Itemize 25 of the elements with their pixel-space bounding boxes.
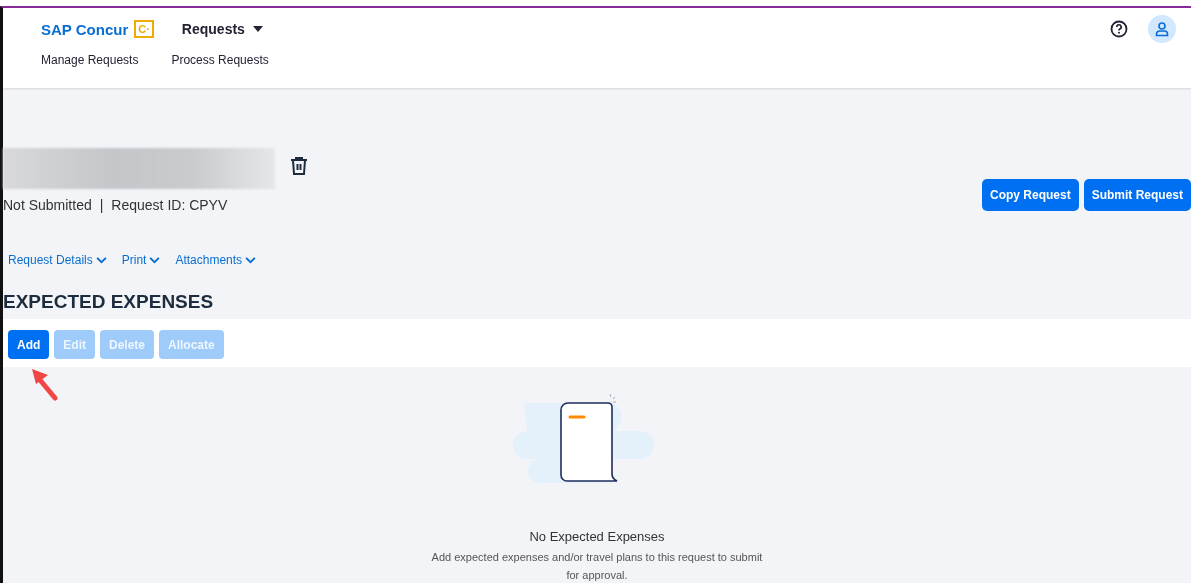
- caret-icon: [252, 26, 263, 32]
- chevron-down-icon: [95, 256, 107, 264]
- dropdown-menu[interactable]: Print: [121, 253, 161, 267]
- dropdown-menu[interactable]: Attachments: [175, 253, 257, 267]
- help-icon[interactable]: [1110, 20, 1128, 38]
- pointer-arrow: [29, 367, 59, 401]
- trash-icon[interactable]: [290, 155, 308, 176]
- empty-title: No Expected Expenses: [529, 529, 665, 544]
- action-button[interactable]: Copy Request: [981, 179, 1079, 211]
- nav-link[interactable]: Process Requests: [171, 53, 269, 67]
- request-status: Not Submitted: [3, 197, 92, 213]
- toolbar-button[interactable]: Add: [8, 330, 50, 359]
- separator: |: [99, 197, 104, 213]
- empty-message: Add expected expenses and/or travel plans to this request to submit for approval.: [430, 550, 764, 583]
- logo-mark: C·: [134, 20, 154, 38]
- section-heading: EXPECTED EXPENSES: [3, 291, 215, 314]
- request-id: Request ID: CPYV: [111, 197, 228, 213]
- requests-menu[interactable]: Requests: [181, 21, 263, 37]
- nav-link[interactable]: Manage Requests: [41, 53, 139, 67]
- logo-text[interactable]: SAP Concur: [41, 20, 129, 38]
- chevron-down-icon: [149, 256, 161, 264]
- chevron-down-icon: [245, 256, 257, 264]
- action-button[interactable]: Submit Request: [1083, 179, 1191, 211]
- dropdown-menu[interactable]: Request Details: [8, 253, 107, 267]
- user-avatar[interactable]: [1148, 15, 1176, 43]
